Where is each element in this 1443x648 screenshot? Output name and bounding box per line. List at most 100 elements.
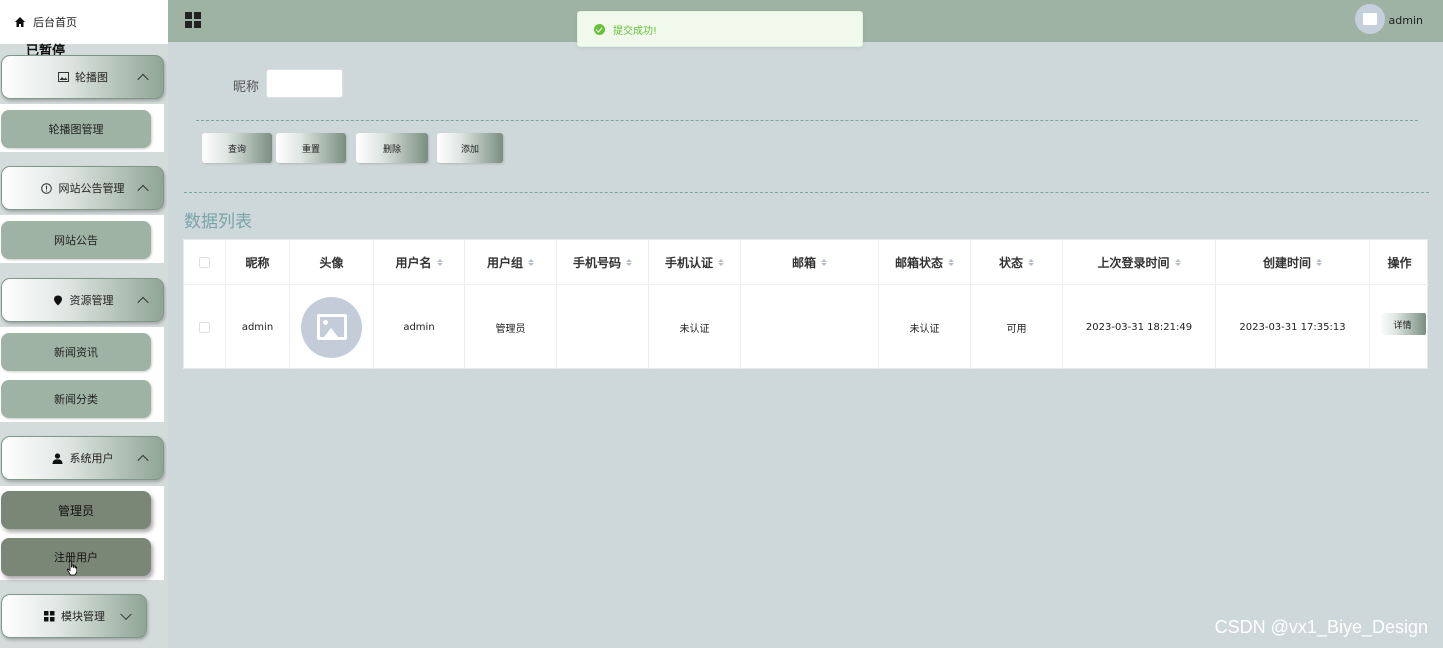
sort-icon[interactable] <box>1028 258 1034 266</box>
info-icon <box>41 182 53 194</box>
cell-actions: 详情 <box>1370 285 1429 369</box>
toast-message: 提交成功! <box>613 25 658 37</box>
sort-icon[interactable] <box>1174 258 1181 266</box>
sidebar-item-label: 新闻资讯 <box>54 346 98 359</box>
sort-icon[interactable] <box>821 258 827 266</box>
sort-icon[interactable] <box>436 258 443 266</box>
column-header-label: 头像 <box>319 255 344 270</box>
sidebar-group-label: 网站公告管理 <box>58 182 125 195</box>
column-header-label: 手机号码 <box>572 255 621 270</box>
column-header: 头像 <box>290 240 374 284</box>
sidebar-item-label: 轮播图管理 <box>48 123 104 136</box>
column-header-sortable[interactable]: 邮箱状态 <box>879 240 971 284</box>
location-pin-icon <box>52 294 64 306</box>
cell-created: 2023-03-31 17:35:13 <box>1216 285 1370 369</box>
sort-icon[interactable] <box>626 258 632 266</box>
detail-button[interactable]: 详情 <box>1379 313 1426 335</box>
column-header-sortable[interactable]: 手机号码 <box>557 240 649 284</box>
sidebar-item-banner-manage[interactable]: 轮播图管理 <box>1 110 151 148</box>
cell-avatar <box>290 285 374 369</box>
sidebar-group-label: 资源管理 <box>69 294 114 307</box>
chevron-up-icon <box>137 296 149 309</box>
cell-nickname: admin <box>226 285 290 369</box>
column-header-sortable[interactable]: 上次登录时间 <box>1063 240 1216 284</box>
select-all-cell <box>184 240 226 284</box>
column-header-label: 用户组 <box>486 255 523 270</box>
column-header-label: 状态 <box>998 255 1023 270</box>
home-icon <box>15 17 25 27</box>
sort-icon[interactable] <box>718 258 724 266</box>
divider <box>196 120 1418 121</box>
table-header-row: 昵称 头像 用户名 用户组 手机号码 手机认证 邮箱 邮箱状态 状态 上次登录时… <box>184 240 1429 285</box>
cell-email <box>741 285 879 369</box>
sidebar-item-news-category[interactable]: 新闻分类 <box>1 380 151 418</box>
sidebar-item-label: 网站公告 <box>54 234 98 247</box>
sort-icon[interactable] <box>948 258 954 266</box>
chevron-down-icon <box>120 608 132 621</box>
nickname-input[interactable] <box>266 69 343 98</box>
sort-icon[interactable] <box>1316 258 1322 266</box>
divider <box>184 192 1429 193</box>
chevron-up-icon <box>137 184 149 197</box>
row-checkbox[interactable] <box>199 321 210 333</box>
nickname-label: 昵称 <box>233 80 260 95</box>
current-user-name[interactable]: admin <box>1389 14 1423 27</box>
cell-email-status: 未认证 <box>879 285 971 369</box>
sidebar-group-notice[interactable]: 网站公告管理 <box>1 166 164 210</box>
column-header-sortable[interactable]: 用户组 <box>465 240 557 284</box>
image-icon <box>1363 13 1377 25</box>
column-header-sortable[interactable]: 创建时间 <box>1216 240 1370 284</box>
watermark: CSDN @vx1_Biye_Design <box>1214 617 1428 637</box>
sidebar-group-label: 系统用户 <box>69 452 114 465</box>
column-header-label: 操作 <box>1387 255 1412 270</box>
column-header-label: 上次登录时间 <box>1097 255 1170 270</box>
query-button[interactable]: 查询 <box>202 133 272 163</box>
sidebar-group-modules[interactable]: 模块管理 <box>1 594 147 638</box>
sidebar-group-label: 模块管理 <box>61 610 105 623</box>
sidebar-item-news[interactable]: 新闻资讯 <box>1 333 151 371</box>
sort-icon[interactable] <box>528 258 534 266</box>
avatar[interactable] <box>1355 4 1385 34</box>
column-header-sortable[interactable]: 手机认证 <box>649 240 741 284</box>
column-header-sortable[interactable]: 邮箱 <box>741 240 879 284</box>
column-header-label: 邮箱状态 <box>894 255 943 270</box>
sidebar-group-body: 管理员 注册用户 <box>0 486 164 580</box>
sidebar-group-body: 轮播图管理 <box>0 104 164 152</box>
cell-last-login: 2023-03-31 18:21:49 <box>1063 285 1216 369</box>
sidebar-item-label: 新闻分类 <box>54 393 98 406</box>
sidebar-home-label: 后台首页 <box>33 16 77 29</box>
grid-icon <box>43 610 55 622</box>
sidebar-group-body: 网站公告 <box>0 215 164 263</box>
sidebar-home[interactable]: 后台首页 <box>0 0 168 44</box>
column-header-label: 昵称 <box>245 255 270 270</box>
menu-toggle-icon[interactable] <box>185 12 201 28</box>
sidebar: 后台首页 已暂停 轮播图 轮播图管理 网站公告管理 网站公告 资源管理 新闻资讯… <box>0 0 168 648</box>
sidebar-group-label: 轮播图 <box>75 71 108 84</box>
sidebar-group-users[interactable]: 系统用户 <box>1 436 164 480</box>
cell-status: 可用 <box>971 285 1063 369</box>
data-table: 昵称 头像 用户名 用户组 手机号码 手机认证 邮箱 邮箱状态 状态 上次登录时… <box>183 239 1429 369</box>
column-header-sortable[interactable]: 用户名 <box>374 240 465 284</box>
delete-button[interactable]: 删除 <box>356 133 428 163</box>
select-all-checkbox[interactable] <box>199 256 210 268</box>
chevron-up-icon <box>137 73 149 86</box>
success-toast: 提交成功! <box>577 11 863 47</box>
add-button[interactable]: 添加 <box>437 133 503 163</box>
user-icon <box>52 452 64 464</box>
column-header-label: 手机认证 <box>664 255 713 270</box>
check-circle-icon <box>594 23 605 35</box>
hand-cursor-icon <box>67 560 77 576</box>
list-title: 数据列表 <box>184 212 252 232</box>
sidebar-group-resources[interactable]: 资源管理 <box>1 278 164 322</box>
column-header-sortable[interactable]: 状态 <box>971 240 1063 284</box>
image-icon <box>57 71 69 83</box>
column-header: 昵称 <box>226 240 290 284</box>
sidebar-item-notice[interactable]: 网站公告 <box>1 221 151 259</box>
reset-button[interactable]: 重置 <box>276 133 346 163</box>
cell-username: admin <box>374 285 465 369</box>
sidebar-item-admins[interactable]: 管理员 <box>1 491 151 529</box>
cell-phone <box>557 285 649 369</box>
sidebar-group-banner[interactable]: 轮播图 <box>1 55 164 99</box>
sidebar-item-label: 管理员 <box>57 503 94 518</box>
cell-phone-verified: 未认证 <box>649 285 741 369</box>
